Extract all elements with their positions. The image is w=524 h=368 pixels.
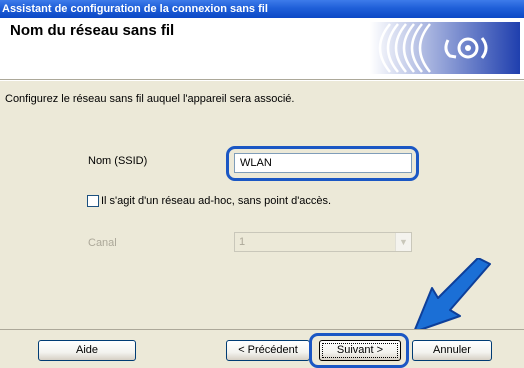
wizard-footer: Aide < Précédent Suivant > Annuler <box>0 329 524 368</box>
ssid-input[interactable] <box>234 153 412 173</box>
description-text: Configurez le réseau sans fil auquel l'a… <box>5 93 295 105</box>
adhoc-checkbox[interactable] <box>87 195 99 207</box>
ssid-label: Nom (SSID) <box>88 155 148 167</box>
wireless-logo-icon <box>370 22 520 74</box>
page-title: Nom du réseau sans fil <box>10 22 175 39</box>
adhoc-checkbox-label[interactable]: Il s'agit d'un réseau ad-hoc, sans point… <box>101 195 331 207</box>
adhoc-checkbox-row[interactable]: Il s'agit d'un réseau ad-hoc, sans point… <box>87 195 331 207</box>
canal-select[interactable]: 1 ▼ <box>234 232 412 252</box>
next-button[interactable]: Suivant > <box>319 340 401 361</box>
pointer-arrow-icon <box>413 258 491 333</box>
canal-label: Canal <box>88 237 117 249</box>
help-button[interactable]: Aide <box>38 340 136 361</box>
window-title: Assistant de configuration de la connexi… <box>2 3 268 15</box>
canal-select-value: 1 <box>239 236 246 248</box>
wizard-header: Nom du réseau sans fil <box>0 18 524 80</box>
previous-button[interactable]: < Précédent <box>226 340 310 361</box>
window-titlebar: Assistant de configuration de la connexi… <box>0 0 524 18</box>
cancel-button[interactable]: Annuler <box>412 340 492 361</box>
chevron-down-icon[interactable]: ▼ <box>395 233 411 251</box>
